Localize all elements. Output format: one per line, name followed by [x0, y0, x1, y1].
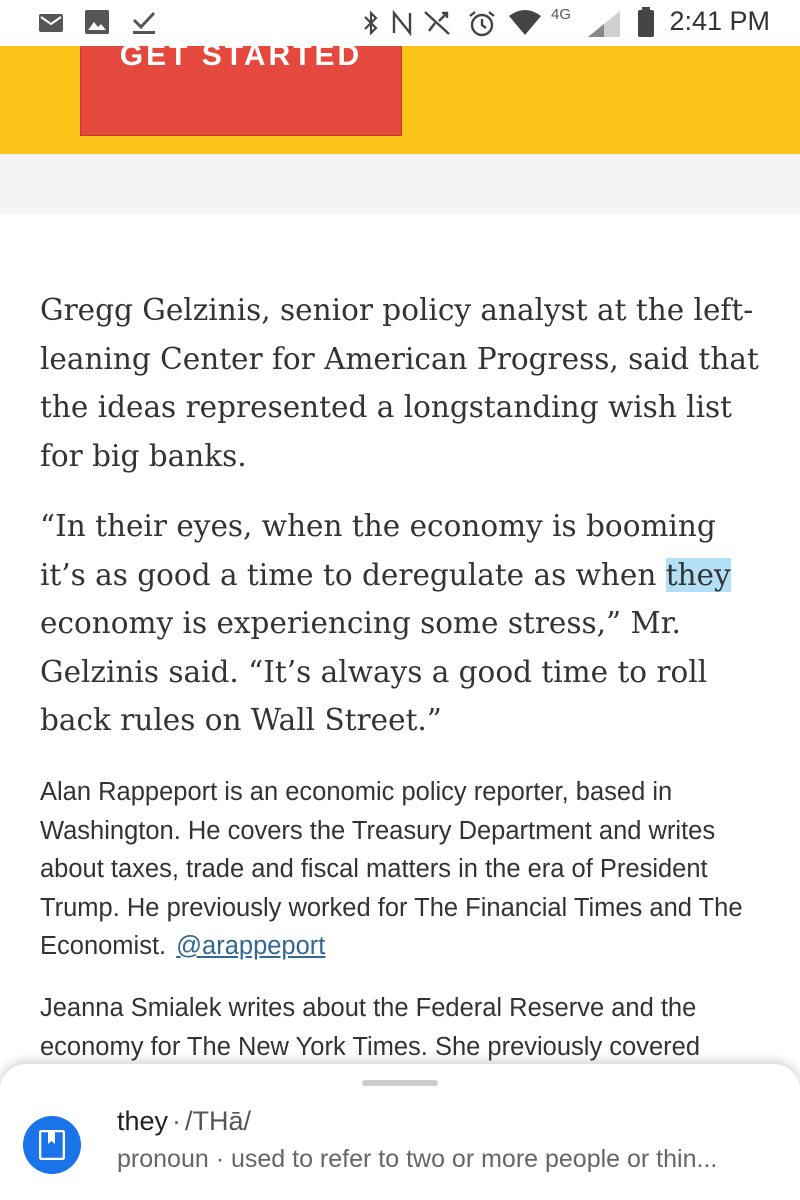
definition-header: they ·/THā/ [117, 1106, 251, 1137]
article-paragraph-1: Gregg Gelzinis, senior policy analyst at… [40, 293, 759, 473]
get-started-label: GET STARTED [119, 46, 363, 72]
wifi-icon [509, 10, 541, 35]
paragraph-text: “In their eyes, when the economy is boom… [40, 509, 716, 592]
battery-icon [638, 7, 654, 37]
signal-icon [588, 11, 620, 37]
mail-icon [39, 14, 63, 32]
status-bar: 4G 2:41 PM [0, 0, 800, 46]
bluetooth-icon [364, 10, 378, 36]
article-paragraph-2: “In their eyes, when the economy is boom… [40, 502, 770, 745]
get-started-button[interactable]: GET STARTED [80, 46, 402, 136]
alarm-icon [469, 11, 495, 37]
book-icon [39, 1130, 65, 1160]
banner-spacer [0, 154, 800, 214]
pronunciation: /THā/ [185, 1106, 252, 1136]
author-bio-2: Jeanna Smialek writes about the Federal … [40, 994, 701, 1061]
download-icon [132, 11, 156, 34]
drag-handle[interactable] [362, 1080, 438, 1086]
paragraph-text: economy is experiencing some stress,” Mr… [40, 606, 708, 737]
separator: · [172, 1106, 182, 1136]
clock: 2:41 PM [669, 6, 770, 36]
nfc-icon [392, 9, 412, 37]
selected-word[interactable]: they [665, 557, 731, 592]
network-type: 4G [551, 6, 572, 23]
sync-off-icon [424, 11, 450, 35]
promo-banner: GET STARTED [0, 46, 800, 154]
twitter-link[interactable]: @arappeport [176, 932, 325, 960]
definition-word: they [117, 1106, 169, 1136]
definition-text: pronoun · used to refer to two or more p… [117, 1145, 718, 1173]
dictionary-icon[interactable] [23, 1116, 81, 1174]
author-bio-1: Alan Rappeport is an economic policy rep… [40, 773, 780, 966]
image-icon [85, 10, 109, 34]
bio-text: Alan Rappeport is an economic policy rep… [40, 778, 743, 960]
